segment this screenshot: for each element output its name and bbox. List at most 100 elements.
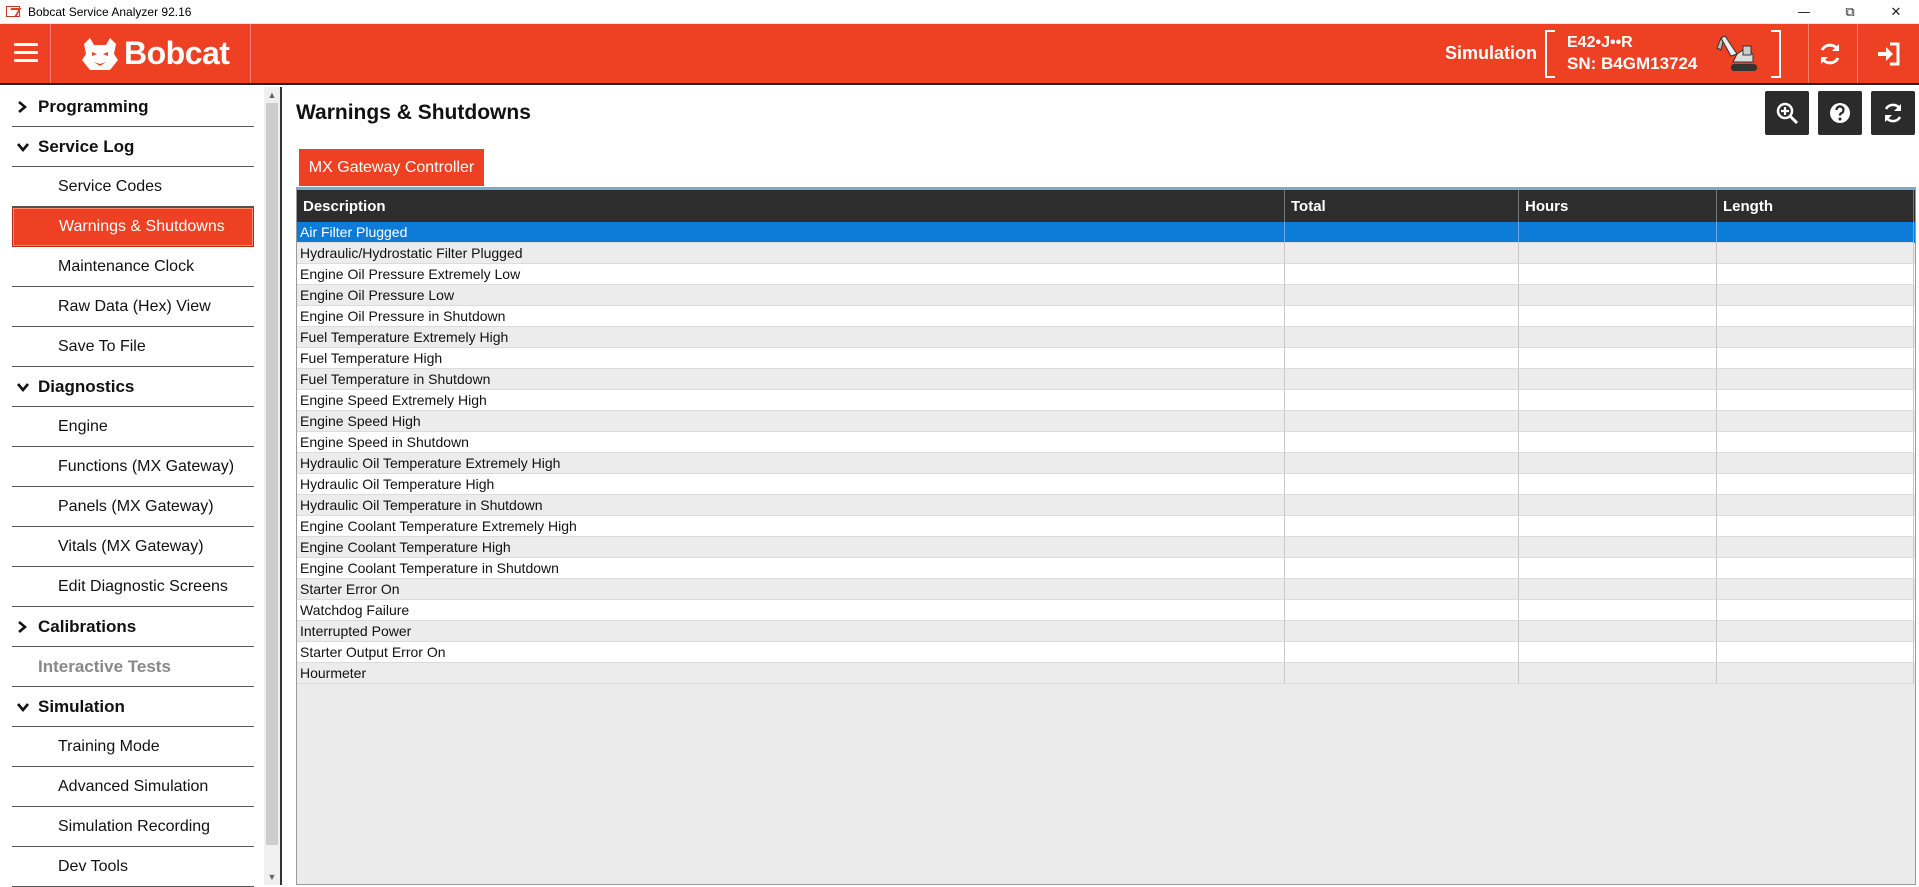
cell-length xyxy=(1717,285,1914,306)
sidebar-section-calibrations[interactable]: Calibrations xyxy=(12,607,254,647)
table-row[interactable]: Hydraulic Oil Temperature High xyxy=(297,474,1915,495)
header-divider xyxy=(1857,24,1858,83)
section-label: Diagnostics xyxy=(38,376,135,396)
column-header-total[interactable]: Total xyxy=(1285,190,1519,222)
column-header-hours[interactable]: Hours xyxy=(1519,190,1717,222)
cell-total xyxy=(1285,243,1519,264)
cell-hours xyxy=(1519,600,1717,621)
cell-description: Hourmeter xyxy=(297,663,1285,684)
table-row[interactable]: Interrupted Power xyxy=(297,621,1915,642)
column-header-description[interactable]: Description xyxy=(297,190,1285,222)
table-row[interactable]: Air Filter Plugged xyxy=(297,222,1915,243)
chevron-down-icon xyxy=(16,141,38,153)
cell-description: Engine Speed Extremely High xyxy=(297,390,1285,411)
minimize-button[interactable]: — xyxy=(1781,0,1827,24)
cell-total xyxy=(1285,663,1519,684)
table-row[interactable]: Engine Coolant Temperature Extremely Hig… xyxy=(297,516,1915,537)
table-row[interactable]: Fuel Temperature in Shutdown xyxy=(297,369,1915,390)
table-row[interactable]: Engine Oil Pressure Low xyxy=(297,285,1915,306)
cell-length xyxy=(1717,306,1914,327)
cell-total xyxy=(1285,495,1519,516)
table-row[interactable]: Watchdog Failure xyxy=(297,600,1915,621)
section-label: Interactive Tests xyxy=(38,656,171,676)
table-row[interactable]: Hydraulic Oil Temperature Extremely High xyxy=(297,453,1915,474)
tab-mx-gateway-controller[interactable]: MX Gateway Controller xyxy=(299,149,484,186)
cell-length xyxy=(1717,516,1914,537)
machine-model: E42•J••R xyxy=(1567,34,1633,51)
sidebar-scrollbar[interactable]: ▲ ▼ xyxy=(264,87,280,885)
sidebar-item-advanced-simulation[interactable]: Advanced Simulation xyxy=(12,767,254,807)
help-icon xyxy=(1830,103,1850,123)
sidebar-item-maintenance-clock[interactable]: Maintenance Clock xyxy=(12,247,254,287)
sidebar-item-engine[interactable]: Engine xyxy=(12,407,254,447)
sidebar-item-edit-diagnostic-screens[interactable]: Edit Diagnostic Screens xyxy=(12,567,254,607)
cell-length xyxy=(1717,390,1914,411)
sidebar-item-raw-data-view[interactable]: Raw Data (Hex) View xyxy=(12,287,254,327)
column-header-length[interactable]: Length xyxy=(1717,190,1914,222)
window-title-bar: Bobcat Service Analyzer 92.16 — ⧉ ✕ xyxy=(0,0,1919,24)
table-row[interactable]: Hydraulic Oil Temperature in Shutdown xyxy=(297,495,1915,516)
close-button[interactable]: ✕ xyxy=(1873,0,1919,24)
refresh-button[interactable] xyxy=(1871,91,1915,135)
menu-icon[interactable] xyxy=(14,43,38,63)
header-divider xyxy=(250,24,251,83)
table-row[interactable]: Engine Coolant Temperature in Shutdown xyxy=(297,558,1915,579)
table-row[interactable]: Starter Output Error On xyxy=(297,642,1915,663)
sidebar-item-functions[interactable]: Functions (MX Gateway) xyxy=(12,447,254,487)
cell-hours xyxy=(1519,243,1717,264)
sidebar-section-diagnostics[interactable]: Diagnostics xyxy=(12,367,254,407)
sidebar-item-save-to-file[interactable]: Save To File xyxy=(12,327,254,367)
chevron-down-icon xyxy=(16,701,38,713)
table-row[interactable]: Engine Speed in Shutdown xyxy=(297,432,1915,453)
cell-hours xyxy=(1519,537,1717,558)
table-row[interactable]: Fuel Temperature High xyxy=(297,348,1915,369)
table-row[interactable]: Fuel Temperature Extremely High xyxy=(297,327,1915,348)
table-header: Description Total Hours Length xyxy=(297,190,1915,222)
cell-hours xyxy=(1519,663,1717,684)
cell-description: Hydraulic Oil Temperature High xyxy=(297,474,1285,495)
cell-description: Engine Oil Pressure Low xyxy=(297,285,1285,306)
table-row[interactable]: Hourmeter xyxy=(297,663,1915,684)
main-content: Warnings & Shutdowns MX Gateway Controll… xyxy=(284,87,1919,885)
cell-length xyxy=(1717,600,1914,621)
cell-description: Hydraulic Oil Temperature Extremely High xyxy=(297,453,1285,474)
chevron-right-icon xyxy=(16,620,38,634)
login-button[interactable] xyxy=(1869,34,1909,74)
scroll-up-icon[interactable]: ▲ xyxy=(264,87,280,103)
cell-length xyxy=(1717,222,1914,243)
table-row[interactable]: Hydraulic/Hydrostatic Filter Plugged xyxy=(297,243,1915,264)
sidebar-item-warnings-shutdowns[interactable]: Warnings & Shutdowns xyxy=(12,207,254,247)
help-button[interactable] xyxy=(1818,91,1862,135)
table-row[interactable]: Engine Coolant Temperature High xyxy=(297,537,1915,558)
scroll-down-icon[interactable]: ▼ xyxy=(264,869,280,885)
sidebar-section-programming[interactable]: Programming xyxy=(12,87,254,127)
sidebar-item-panels[interactable]: Panels (MX Gateway) xyxy=(12,487,254,527)
sidebar-section-simulation[interactable]: Simulation xyxy=(12,687,254,727)
sidebar-item-simulation-recording[interactable]: Simulation Recording xyxy=(12,807,254,847)
sidebar-item-training-mode[interactable]: Training Mode xyxy=(12,727,254,767)
scroll-thumb[interactable] xyxy=(266,103,278,845)
cell-length xyxy=(1717,621,1914,642)
sidebar-item-dev-tools[interactable]: Dev Tools xyxy=(12,847,254,887)
sidebar-item-service-codes[interactable]: Service Codes xyxy=(12,167,254,207)
sidebar-section-service-log[interactable]: Service Log xyxy=(12,127,254,167)
cell-hours xyxy=(1519,327,1717,348)
cell-hours xyxy=(1519,558,1717,579)
table-row[interactable]: Engine Oil Pressure in Shutdown xyxy=(297,306,1915,327)
cell-description: Air Filter Plugged xyxy=(297,222,1285,243)
table-row[interactable]: Engine Speed Extremely High xyxy=(297,390,1915,411)
cell-total xyxy=(1285,474,1519,495)
restore-button[interactable]: ⧉ xyxy=(1827,0,1873,24)
refresh-connection-button[interactable] xyxy=(1810,34,1850,74)
cell-description: Fuel Temperature Extremely High xyxy=(297,327,1285,348)
sidebar-item-vitals[interactable]: Vitals (MX Gateway) xyxy=(12,527,254,567)
zoom-button[interactable] xyxy=(1765,91,1809,135)
cell-length xyxy=(1717,537,1914,558)
table-row[interactable]: Engine Speed High xyxy=(297,411,1915,432)
cell-length xyxy=(1717,432,1914,453)
cell-hours xyxy=(1519,411,1717,432)
table-row[interactable]: Starter Error On xyxy=(297,579,1915,600)
cell-hours xyxy=(1519,369,1717,390)
table-row[interactable]: Engine Oil Pressure Extremely Low xyxy=(297,264,1915,285)
cell-total xyxy=(1285,558,1519,579)
